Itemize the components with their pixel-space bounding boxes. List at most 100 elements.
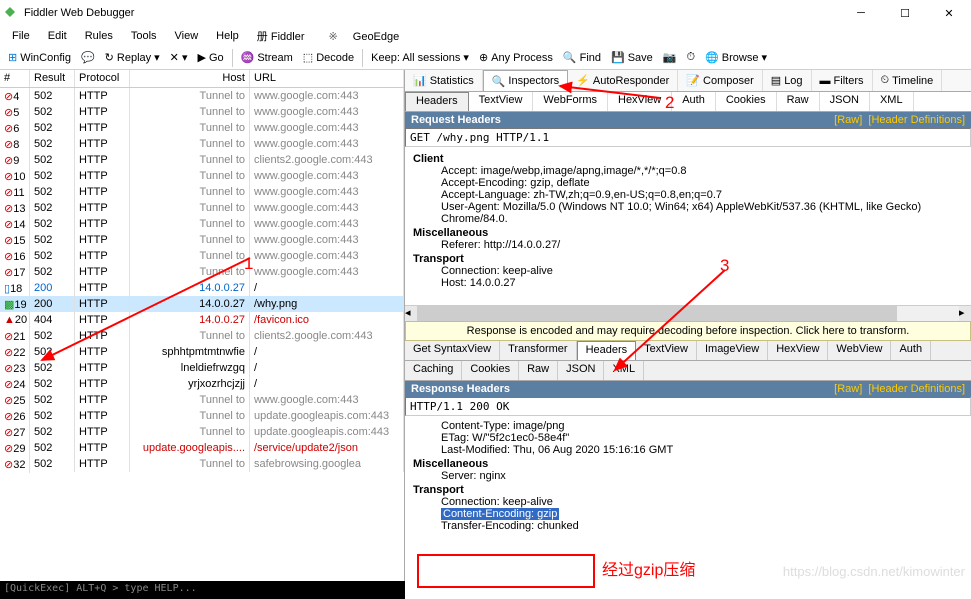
- go-button[interactable]: ▶Go: [193, 49, 227, 66]
- session-row[interactable]: ⊘26502HTTPTunnel toupdate.googleapis.com…: [0, 408, 404, 424]
- reqtab-cookies[interactable]: Cookies: [716, 92, 777, 111]
- session-row[interactable]: ▲20404HTTP14.0.0.27/favicon.ico: [0, 312, 404, 328]
- stream-button[interactable]: ♒Stream: [237, 49, 297, 66]
- find-button[interactable]: 🔍Find: [559, 49, 605, 66]
- menu-edit[interactable]: Edit: [42, 28, 73, 44]
- red-highlight-box: [417, 554, 595, 588]
- reqtab-textview[interactable]: TextView: [469, 92, 534, 111]
- main-tabs: 📊Statistics 🔍Inspectors ⚡AutoResponder 📝…: [405, 70, 971, 92]
- session-row[interactable]: ⊘11502HTTPTunnel towww.google.com:443: [0, 184, 404, 200]
- menu-fiddler[interactable]: 册 Fiddler: [251, 26, 311, 46]
- resptab-cookies[interactable]: Cookies: [462, 361, 519, 380]
- tab-filters[interactable]: ▬Filters: [812, 70, 873, 91]
- col-result[interactable]: Result: [30, 70, 75, 87]
- replay-button[interactable]: ↻Replay ▾: [101, 49, 164, 66]
- session-row[interactable]: ⊘8502HTTPTunnel towww.google.com:443: [0, 136, 404, 152]
- tab-log[interactable]: ▤Log: [763, 70, 812, 91]
- resptab-syntax[interactable]: Get SyntaxView: [405, 341, 500, 360]
- browse-button[interactable]: 🌐Browse ▾: [701, 49, 771, 66]
- col-num[interactable]: #: [0, 70, 30, 87]
- reqtab-hexview[interactable]: HexView: [608, 92, 672, 111]
- screenshot-button[interactable]: 📷: [659, 49, 681, 66]
- resptab-hexview[interactable]: HexView: [768, 341, 828, 360]
- session-row[interactable]: ⊘29502HTTPupdate.googleapis..../service/…: [0, 440, 404, 456]
- resptab-raw[interactable]: Raw: [519, 361, 558, 380]
- resptab-textview[interactable]: TextView: [636, 341, 697, 360]
- timer-button[interactable]: ⏱: [683, 49, 700, 66]
- session-row[interactable]: ▩19200HTTP14.0.0.27/why.png: [0, 296, 404, 312]
- menu-help[interactable]: Help: [210, 28, 245, 44]
- tab-autoresponder[interactable]: ⚡AutoResponder: [568, 70, 678, 91]
- close-button[interactable]: ✕: [927, 0, 971, 26]
- tab-inspectors[interactable]: 🔍Inspectors: [483, 70, 568, 91]
- annotation-2: 2: [665, 93, 674, 113]
- req-defs-link[interactable]: [Header Definitions]: [868, 114, 965, 126]
- quickexec[interactable]: [QuickExec] ALT+Q > type HELP...: [0, 581, 405, 599]
- session-row[interactable]: ⊘16502HTTPTunnel towww.google.com:443: [0, 248, 404, 264]
- col-host[interactable]: Host: [130, 70, 250, 87]
- session-row[interactable]: ⊘6502HTTPTunnel towww.google.com:443: [0, 120, 404, 136]
- reqtab-headers[interactable]: Headers: [405, 92, 469, 111]
- resptab-caching[interactable]: Caching: [405, 361, 462, 380]
- request-subtabs: Headers TextView WebForms HexView Auth C…: [405, 92, 971, 112]
- grid-header: # Result Protocol Host URL: [0, 70, 404, 88]
- request-headers-body[interactable]: ClientAccept: image/webp,image/apng,imag…: [405, 147, 971, 305]
- winconfig-button[interactable]: ⊞WinConfig: [4, 49, 75, 66]
- session-row[interactable]: ⊘17502HTTPTunnel towww.google.com:443: [0, 264, 404, 280]
- resptab-headers[interactable]: Headers: [577, 341, 637, 360]
- app-icon: [4, 6, 18, 20]
- reqtab-auth[interactable]: Auth: [672, 92, 716, 111]
- save-button[interactable]: 💾Save: [607, 49, 657, 66]
- session-row[interactable]: ⊘21502HTTPTunnel toclients2.google.com:4…: [0, 328, 404, 344]
- session-row[interactable]: ⊘10502HTTPTunnel towww.google.com:443: [0, 168, 404, 184]
- request-headers-title: Request Headers [Raw] [Header Definition…: [405, 112, 971, 128]
- req-raw-link[interactable]: [Raw]: [834, 114, 862, 126]
- maximize-button[interactable]: ☐: [883, 0, 927, 26]
- resptab-auth[interactable]: Auth: [891, 341, 931, 360]
- session-row[interactable]: ▯18200HTTP14.0.0.27/: [0, 280, 404, 296]
- session-row[interactable]: ⊘4502HTTPTunnel towww.google.com:443: [0, 88, 404, 104]
- decode-button[interactable]: ⬚Decode: [299, 49, 358, 66]
- session-row[interactable]: ⊘5502HTTPTunnel towww.google.com:443: [0, 104, 404, 120]
- menu-file[interactable]: File: [6, 28, 36, 44]
- session-row[interactable]: ⊘25502HTTPTunnel towww.google.com:443: [0, 392, 404, 408]
- resptab-webview[interactable]: WebView: [828, 341, 891, 360]
- resptab-json[interactable]: JSON: [558, 361, 604, 380]
- toolbar: ⊞WinConfig 💬 ↻Replay ▾ ✕ ▾ ▶Go ♒Stream ⬚…: [0, 46, 971, 70]
- col-url[interactable]: URL: [250, 70, 404, 87]
- resptab-transformer[interactable]: Transformer: [500, 341, 577, 360]
- session-row[interactable]: ⊘9502HTTPTunnel toclients2.google.com:44…: [0, 152, 404, 168]
- tab-composer[interactable]: 📝Composer: [678, 70, 762, 91]
- reqtab-raw[interactable]: Raw: [777, 92, 820, 111]
- session-row[interactable]: ⊘32502HTTPTunnel tosafebrowsing.googlea: [0, 456, 404, 472]
- session-row[interactable]: ⊘24502HTTPyrjxozrhcjzjj/: [0, 376, 404, 392]
- req-scrollbar[interactable]: ◂▸: [405, 305, 971, 321]
- menu-view[interactable]: View: [169, 28, 205, 44]
- menu-rules[interactable]: Rules: [79, 28, 119, 44]
- sessions-rows[interactable]: ⊘4502HTTPTunnel towww.google.com:443⊘550…: [0, 88, 404, 581]
- session-row[interactable]: ⊘27502HTTPTunnel toupdate.googleapis.com…: [0, 424, 404, 440]
- menu-geoedge[interactable]: ※ GeoEdge: [316, 28, 411, 45]
- session-row[interactable]: ⊘13502HTTPTunnel towww.google.com:443: [0, 200, 404, 216]
- menu-tools[interactable]: Tools: [125, 28, 163, 44]
- resptab-imageview[interactable]: ImageView: [697, 341, 768, 360]
- reqtab-json[interactable]: JSON: [820, 92, 870, 111]
- comment-button[interactable]: 💬: [77, 49, 99, 66]
- resp-raw-link[interactable]: [Raw]: [834, 383, 862, 395]
- col-protocol[interactable]: Protocol: [75, 70, 130, 87]
- keep-sessions[interactable]: Keep: All sessions ▾: [367, 49, 473, 66]
- resptab-xml[interactable]: XML: [604, 361, 644, 380]
- resp-defs-link[interactable]: [Header Definitions]: [868, 383, 965, 395]
- any-process[interactable]: ⊕Any Process: [475, 49, 557, 66]
- session-row[interactable]: ⊘23502HTTPlneldiefrwzgq/: [0, 360, 404, 376]
- tab-statistics[interactable]: 📊Statistics: [405, 70, 483, 91]
- minimize-button[interactable]: ─: [839, 0, 883, 26]
- tab-timeline[interactable]: ⏲Timeline: [873, 70, 943, 91]
- session-row[interactable]: ⊘22502HTTPsphhtpmtmtnwfie/: [0, 344, 404, 360]
- session-row[interactable]: ⊘14502HTTPTunnel towww.google.com:443: [0, 216, 404, 232]
- decode-notice[interactable]: Response is encoded and may require deco…: [405, 321, 971, 341]
- remove-button[interactable]: ✕ ▾: [166, 49, 192, 66]
- reqtab-webforms[interactable]: WebForms: [533, 92, 608, 111]
- session-row[interactable]: ⊘15502HTTPTunnel towww.google.com:443: [0, 232, 404, 248]
- reqtab-xml[interactable]: XML: [870, 92, 914, 111]
